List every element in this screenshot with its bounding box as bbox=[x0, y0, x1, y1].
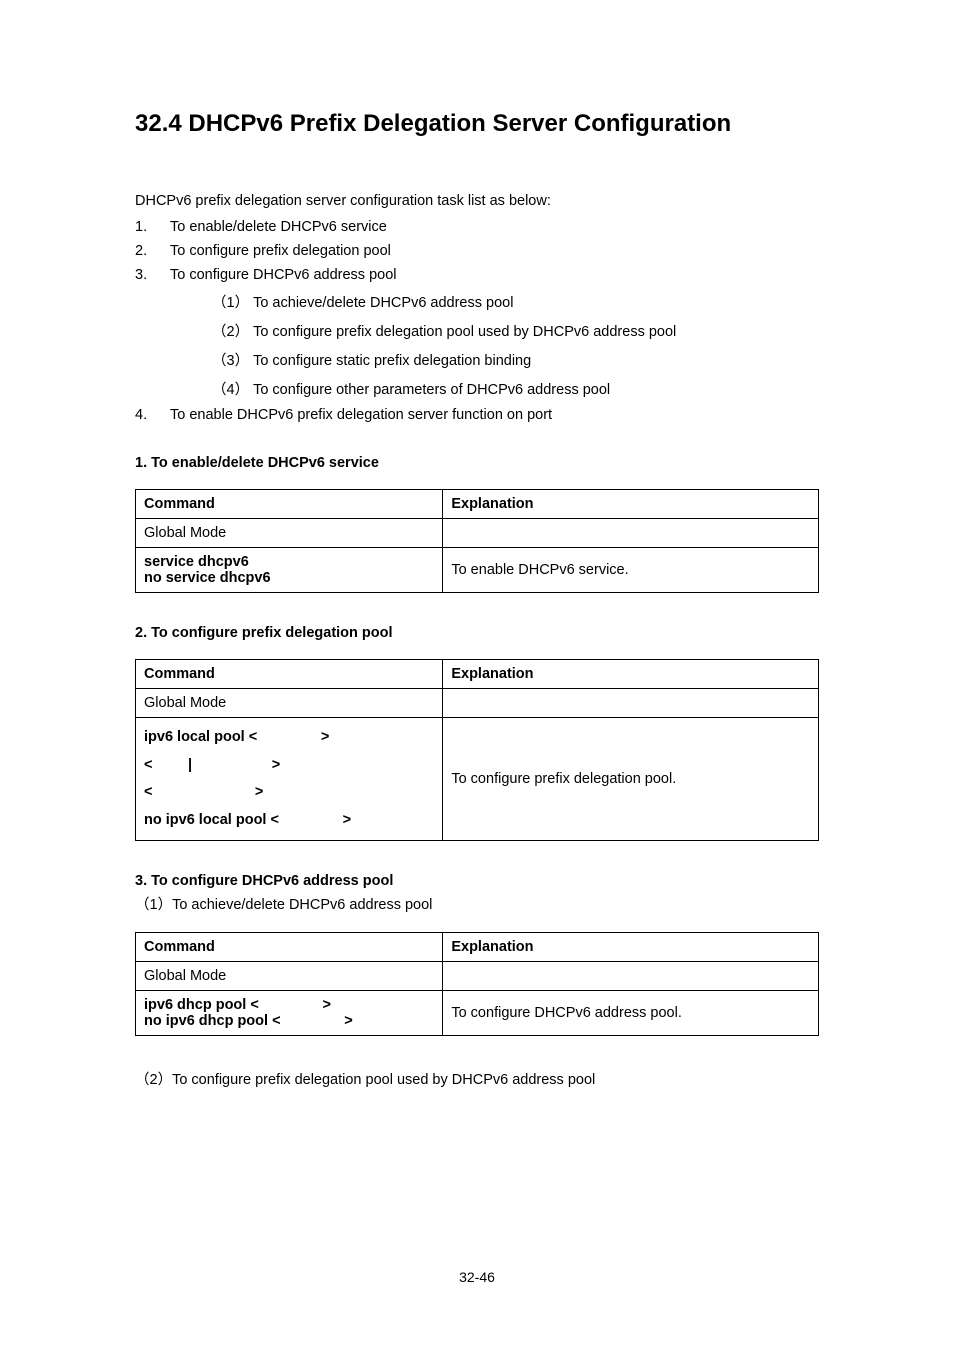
list-item: 2. To configure prefix delegation pool bbox=[135, 243, 819, 259]
table-cell-mode: Global Mode bbox=[136, 962, 443, 991]
cmd-param: poolname bbox=[281, 1013, 345, 1029]
section-heading-1: 1. To enable/delete DHCPv6 service bbox=[135, 455, 819, 471]
table-header-command: Command bbox=[136, 933, 443, 962]
page-number: 32-46 bbox=[0, 1269, 954, 1285]
cmd-keyword: ipv6 local pool < bbox=[144, 729, 257, 745]
cmd-keyword: no ipv6 local pool < bbox=[144, 812, 279, 828]
list-item: 1. To enable/delete DHCPv6 service bbox=[135, 219, 819, 235]
command-line: ipv6 local pool <poolname> bbox=[144, 724, 434, 752]
cmd-keyword: > bbox=[255, 784, 263, 800]
cmd-param: poolname bbox=[257, 729, 321, 745]
table-header-explanation: Explanation bbox=[443, 490, 819, 519]
table-cell-mode: Global Mode bbox=[136, 689, 443, 718]
section-subheading-3-1: （1）To achieve/delete DHCPv6 address pool bbox=[135, 893, 819, 914]
list-item: 3. To configure DHCPv6 address pool （1） … bbox=[135, 267, 819, 399]
cmd-keyword: > bbox=[344, 1013, 352, 1029]
command-line: no service dhcpv6 bbox=[144, 570, 434, 586]
table-header-command: Command bbox=[136, 660, 443, 689]
list-text: To configure prefix delegation pool bbox=[170, 243, 391, 259]
cmd-param: poolname bbox=[259, 997, 323, 1013]
cmd-keyword: no ipv6 dhcp pool < bbox=[144, 1013, 281, 1029]
list-text: To configure DHCPv6 address pool bbox=[170, 267, 396, 283]
list-number: 2. bbox=[135, 243, 147, 259]
command-table-3: Command Explanation Global Mode ipv6 dhc… bbox=[135, 932, 819, 1036]
list-text: To enable DHCPv6 prefix delegation serve… bbox=[170, 407, 552, 423]
table-cell-empty bbox=[443, 519, 819, 548]
list-number: 1. bbox=[135, 219, 147, 235]
cmd-param: prefix-length bbox=[192, 757, 272, 773]
sublist-item: （2） To configure prefix delegation pool … bbox=[212, 320, 819, 341]
cmd-keyword: > bbox=[321, 729, 329, 745]
command-line: <assigned-length> bbox=[144, 779, 434, 807]
cmd-keyword: > bbox=[323, 997, 331, 1013]
cmd-param: prefix bbox=[152, 757, 187, 773]
list-number: 3. bbox=[135, 267, 147, 283]
section-subheading-3-2: （2）To configure prefix delegation pool u… bbox=[135, 1068, 819, 1089]
table-header-explanation: Explanation bbox=[443, 933, 819, 962]
table-cell-explanation: To configure DHCPv6 address pool. bbox=[443, 991, 819, 1036]
table-cell-command: ipv6 dhcp pool <poolname> no ipv6 dhcp p… bbox=[136, 991, 443, 1036]
section-heading-3: 3. To configure DHCPv6 address pool bbox=[135, 873, 819, 889]
table-cell-explanation: To enable DHCPv6 service. bbox=[443, 548, 819, 593]
section-heading-2: 2. To configure prefix delegation pool bbox=[135, 625, 819, 641]
command-table-1: Command Explanation Global Mode service … bbox=[135, 489, 819, 593]
table-cell-empty bbox=[443, 689, 819, 718]
command-line: no ipv6 dhcp pool <poolname> bbox=[144, 1013, 434, 1029]
cmd-param: assigned-length bbox=[152, 784, 254, 800]
command-line: service dhcpv6 bbox=[144, 554, 434, 570]
sublist-item: （3） To configure static prefix delegatio… bbox=[212, 349, 819, 370]
table-cell-command: ipv6 local pool <poolname> <prefix|prefi… bbox=[136, 718, 443, 841]
table-cell-explanation: To configure prefix delegation pool. bbox=[443, 718, 819, 841]
cmd-keyword: > bbox=[272, 757, 280, 773]
intro-text: DHCPv6 prefix delegation server configur… bbox=[135, 193, 819, 209]
list-number: 4. bbox=[135, 407, 147, 423]
cmd-param: poolname bbox=[279, 812, 343, 828]
command-line: no ipv6 local pool <poolname> bbox=[144, 807, 434, 835]
table-header-explanation: Explanation bbox=[443, 660, 819, 689]
table-cell-mode: Global Mode bbox=[136, 519, 443, 548]
sublist-item: （4） To configure other parameters of DHC… bbox=[212, 378, 819, 399]
cmd-keyword: ipv6 dhcp pool < bbox=[144, 997, 259, 1013]
sublist-item: （1） To achieve/delete DHCPv6 address poo… bbox=[212, 291, 819, 312]
task-list: 1. To enable/delete DHCPv6 service 2. To… bbox=[135, 219, 819, 423]
table-header-command: Command bbox=[136, 490, 443, 519]
table-cell-empty bbox=[443, 962, 819, 991]
command-table-2: Command Explanation Global Mode ipv6 loc… bbox=[135, 659, 819, 841]
list-text: To enable/delete DHCPv6 service bbox=[170, 219, 387, 235]
command-line: ipv6 dhcp pool <poolname> bbox=[144, 997, 434, 1013]
cmd-keyword: > bbox=[343, 812, 351, 828]
table-cell-command: service dhcpv6 no service dhcpv6 bbox=[136, 548, 443, 593]
command-line: <prefix|prefix-length> bbox=[144, 752, 434, 780]
page-title: 32.4 DHCPv6 Prefix Delegation Server Con… bbox=[135, 110, 819, 138]
list-item: 4. To enable DHCPv6 prefix delegation se… bbox=[135, 407, 819, 423]
